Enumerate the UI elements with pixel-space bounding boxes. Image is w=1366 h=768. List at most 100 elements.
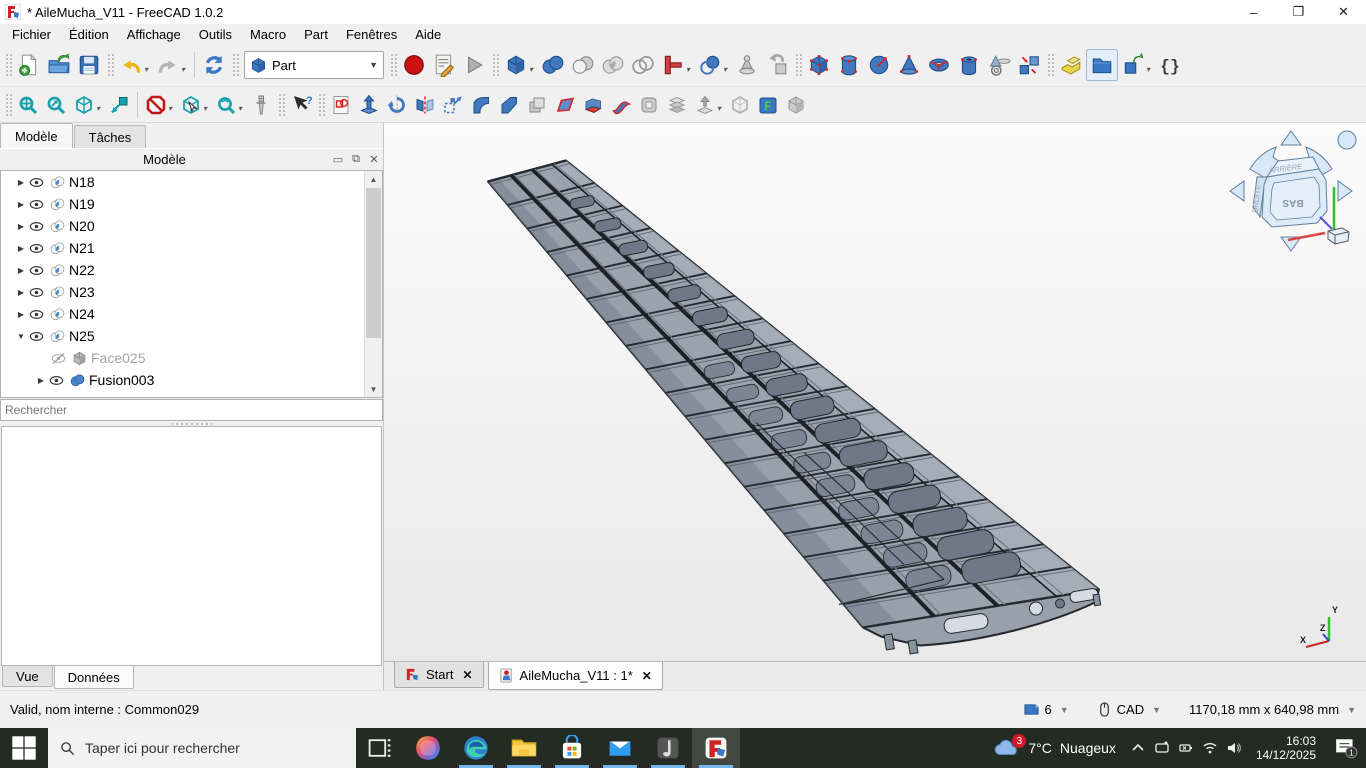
clock-widget[interactable]: 16:03 14/12/2025	[1246, 734, 1326, 762]
scale-button[interactable]	[439, 91, 467, 119]
tree-item-face025[interactable]: Face025	[1, 347, 382, 369]
tree-item-n25[interactable]: ▼ N25	[1, 325, 382, 347]
close-tab-icon[interactable]: ✕	[462, 668, 472, 682]
tray-wifi-icon[interactable]	[1198, 740, 1222, 756]
panel-dock-icon[interactable]: ▭	[329, 153, 347, 166]
primitive-tube-button[interactable]	[954, 50, 984, 80]
macro-record-button[interactable]	[399, 50, 429, 80]
align-view-button[interactable]	[105, 91, 133, 119]
tree-item-n23[interactable]: ▶ N23	[1, 281, 382, 303]
scrollbar-thumb[interactable]	[366, 188, 381, 338]
expand-arrow-icon[interactable]: ▶	[15, 288, 27, 297]
tree-item-fusion003[interactable]: ▶ Fusion003	[1, 369, 382, 391]
menu-fichier[interactable]: Fichier	[3, 26, 60, 43]
tree-item-n20[interactable]: ▶ N20	[1, 215, 382, 237]
axonometric-view-button[interactable]	[70, 91, 98, 119]
redo-button[interactable]	[153, 50, 183, 80]
expand-arrow-icon[interactable]: ▶	[15, 310, 27, 319]
selection-view-button[interactable]	[177, 91, 205, 119]
create-part-button[interactable]	[1056, 50, 1086, 80]
tree-scrollbar[interactable]: ▲ ▼	[364, 171, 382, 397]
join-features-button[interactable]	[658, 50, 688, 80]
tree-search-input[interactable]	[0, 399, 383, 421]
notification-center-button[interactable]: 1	[1326, 736, 1366, 760]
expand-arrow-icon[interactable]: ▶	[15, 222, 27, 231]
navigation-cube[interactable]: BAS ARRIÈRE DROITE	[1220, 125, 1362, 257]
check-geometry-button[interactable]	[732, 50, 762, 80]
property-editor[interactable]	[1, 426, 382, 666]
visibility-eye-icon[interactable]	[27, 327, 45, 345]
tree-item-n24[interactable]: ▶ N24	[1, 303, 382, 325]
restore-button[interactable]: ❐	[1276, 0, 1321, 24]
tray-battery-icon[interactable]	[1174, 740, 1198, 756]
mirror-button[interactable]	[411, 91, 439, 119]
doc-tab-ailemucha[interactable]: AileMucha_V11 : 1* ✕	[488, 662, 663, 690]
panel-float-icon[interactable]: ⧉	[347, 153, 365, 166]
convert-document-button[interactable]: F	[754, 91, 782, 119]
minimize-button[interactable]: –	[1231, 0, 1276, 24]
toolbar-grip[interactable]	[106, 52, 114, 78]
toolbar-grip[interactable]	[277, 92, 285, 118]
freecad-taskbar-button[interactable]	[692, 728, 740, 768]
visibility-eye-icon[interactable]	[27, 283, 45, 301]
boolean-section-button[interactable]	[628, 50, 658, 80]
fit-selection-button[interactable]	[42, 91, 70, 119]
ms-store-button[interactable]	[548, 728, 596, 768]
expression-editor-button[interactable]: {}	[1155, 50, 1185, 80]
tree-item-n19[interactable]: ▶ N19	[1, 193, 382, 215]
3d-canvas[interactable]: BAS ARRIÈRE DROITE	[384, 123, 1366, 661]
taskbar-search[interactable]: Taper ici pour rechercher	[48, 728, 356, 768]
offset-2d-button[interactable]	[691, 91, 719, 119]
visibility-eye-icon[interactable]	[27, 173, 45, 191]
visibility-eye-icon[interactable]	[27, 305, 45, 323]
tray-volume-icon[interactable]	[1222, 740, 1246, 756]
primitives-button[interactable]	[501, 50, 531, 80]
toolbar-grip[interactable]	[231, 52, 239, 78]
copilot-button[interactable]	[404, 728, 452, 768]
simple-copy-button[interactable]	[782, 91, 810, 119]
make-face-button[interactable]	[523, 91, 551, 119]
shape-2d-view-button[interactable]	[327, 91, 355, 119]
split-features-button[interactable]	[695, 50, 725, 80]
shape-builder-button[interactable]	[984, 50, 1014, 80]
tab-vue[interactable]: Vue	[2, 666, 53, 687]
menu-edition[interactable]: Édition	[60, 26, 118, 43]
nav-style-selector[interactable]: CAD ▼	[1097, 702, 1161, 717]
thickness-button[interactable]	[663, 91, 691, 119]
menu-affichage[interactable]: Affichage	[118, 26, 190, 43]
primitive-box-button[interactable]	[804, 50, 834, 80]
tray-chevron-icon[interactable]	[1126, 740, 1150, 756]
expand-arrow-icon[interactable]: ▶	[15, 266, 27, 275]
primitive-cone-button[interactable]	[894, 50, 924, 80]
panel-close-icon[interactable]: ✕	[365, 153, 383, 166]
menu-part[interactable]: Part	[295, 26, 337, 43]
expand-arrow-icon[interactable]: ▶	[15, 244, 27, 253]
mail-button[interactable]	[596, 728, 644, 768]
visibility-off-eye-icon[interactable]	[49, 349, 67, 367]
scroll-down-arrow-icon[interactable]: ▼	[365, 381, 382, 397]
toolbar-grip[interactable]	[1046, 52, 1054, 78]
boolean-union-button[interactable]	[538, 50, 568, 80]
menu-fenetres[interactable]: Fenêtres	[337, 26, 406, 43]
tree-item-n21[interactable]: ▶ N21	[1, 237, 382, 259]
tab-donnees[interactable]: Données	[54, 666, 134, 689]
refresh-button[interactable]	[199, 50, 229, 80]
primitive-sphere-button[interactable]	[864, 50, 894, 80]
boolean-common-button[interactable]	[598, 50, 628, 80]
new-file-button[interactable]	[14, 50, 44, 80]
sweep-button[interactable]	[607, 91, 635, 119]
macro-play-button[interactable]	[459, 50, 489, 80]
loft-button[interactable]	[579, 91, 607, 119]
tray-display-icon[interactable]	[1150, 740, 1174, 756]
tab-taches[interactable]: Tâches	[74, 125, 147, 148]
draw-style-button[interactable]	[142, 91, 170, 119]
zoom-tools-button[interactable]	[212, 91, 240, 119]
shell-button[interactable]	[726, 91, 754, 119]
expand-arrow-icon[interactable]: ▶	[15, 200, 27, 209]
toolbar-grip[interactable]	[794, 52, 802, 78]
defeaturing-button[interactable]	[762, 50, 792, 80]
close-button[interactable]: ✕	[1321, 0, 1366, 24]
doc-tab-start[interactable]: Start ✕	[394, 662, 484, 688]
menu-outils[interactable]: Outils	[190, 26, 241, 43]
file-explorer-button[interactable]	[500, 728, 548, 768]
